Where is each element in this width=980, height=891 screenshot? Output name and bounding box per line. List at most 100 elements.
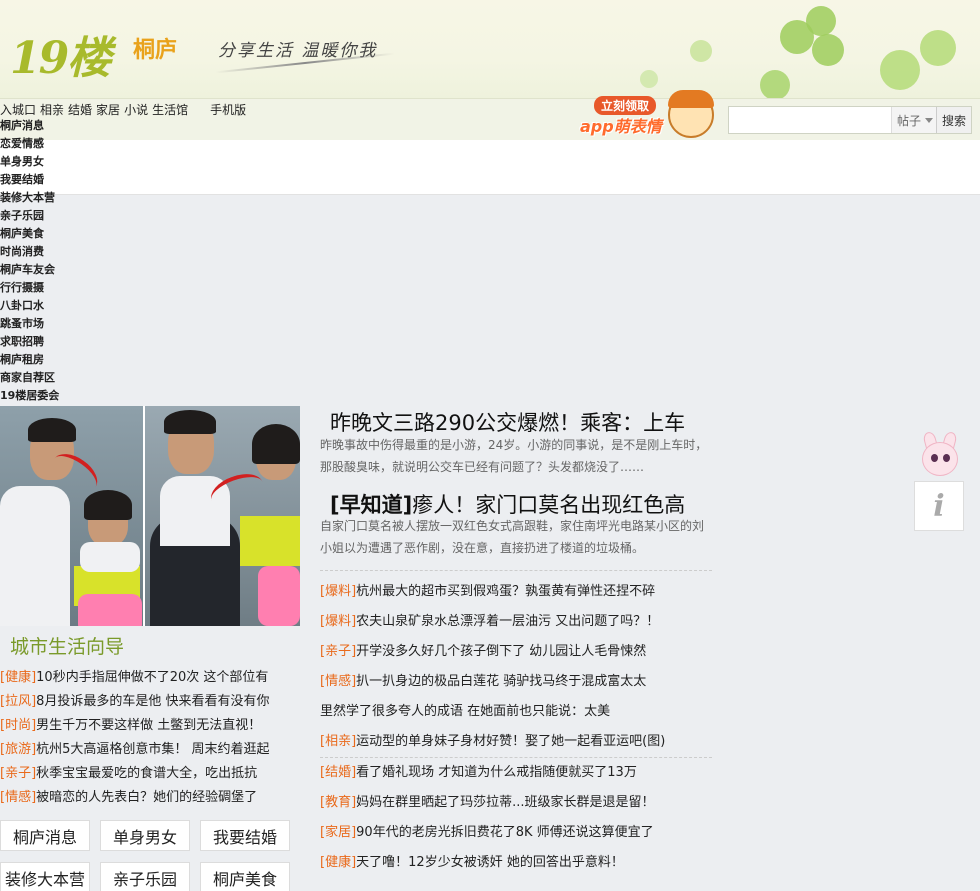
guide-item-text: 被暗恋的人先表白？她们的经验碉堡了 (36, 790, 258, 805)
news-list: [爆料]杭州最大的超市买到假鸡蛋？孰蛋黄有弹性还捏不碎 [爆料]农夫山泉矿泉水总… (320, 577, 712, 878)
category-item[interactable]: 我要结婚 (0, 171, 80, 189)
mascot-face-icon (668, 90, 714, 138)
category-list: 桐庐消息 恋爱情感 单身男女 我要结婚 装修大本营 亲子乐园 桐庐美食 时尚消费… (0, 117, 80, 405)
guide-item-tag: [时尚] (0, 718, 37, 733)
search-type-select[interactable]: 帖子 (891, 107, 936, 133)
nav-links: 入城口 相亲 结婚 家居 小说 生活馆 手机版 (0, 101, 246, 118)
headline-text: 昨晚文三路290公交爆燃！乘客：上车 (330, 411, 686, 435)
clover-leaf-decoration (806, 6, 836, 36)
nav-link-novel[interactable]: 小说 (124, 101, 148, 118)
news-item-text: 看了婚礼现场 才知道为什么戒指随便就买了13万 (356, 765, 637, 780)
photo-pink-suitcase (78, 594, 142, 626)
guide-item[interactable]: [健康]10秒内手指屈伸做不了20次 这个部位有 (0, 667, 300, 691)
guide-item-tag: [亲子] (0, 766, 37, 781)
photo-woman2-shirt (240, 516, 300, 566)
news-item-tag: [家居] (320, 825, 357, 840)
guide-item[interactable]: [拉风]8月投诉最多的车是他 快来看看有没有你 (0, 691, 300, 715)
news-item-text: 90年代的老房光拆旧费花了8K 师傅还说这算便宜了 (356, 825, 654, 840)
forum-button[interactable]: 装修大本营 (0, 862, 90, 891)
photo-man-hair (28, 418, 76, 442)
forum-button[interactable]: 桐庐美食 (200, 862, 290, 891)
news-item[interactable]: [教育]妈妈在群里晒起了玛莎拉蒂...班级家长群是退是留！ (320, 788, 712, 818)
site-header: 19楼 桐庐 分享生活 温暖你我 (0, 0, 980, 100)
search-button[interactable]: 搜索 (935, 107, 971, 133)
nav-link-entrance[interactable]: 入城口 (0, 101, 36, 118)
nav-link-wedding[interactable]: 结婚 (68, 101, 92, 118)
guide-item-tag: [旅游] (0, 742, 37, 757)
mascot-icon[interactable] (920, 430, 960, 478)
category-item[interactable]: 行行摄摄 (0, 279, 80, 297)
forum-button[interactable]: 亲子乐园 (100, 862, 190, 891)
nav-link-dating[interactable]: 相亲 (40, 101, 64, 118)
news-item[interactable]: [情感]扒一扒身边的极品白莲花 骑驴找马终于混成富太太 (320, 667, 712, 697)
news-item[interactable]: [健康]天了噜！12岁少女被诱奸 她的回答出乎意料！ (320, 848, 712, 878)
city-name: 桐庐 (133, 38, 178, 63)
news-item-text: 妈妈在群里晒起了玛莎拉蒂...班级家长群是退是留！ (356, 795, 655, 810)
photo-man2-hair (164, 410, 216, 434)
news-item[interactable]: [爆料]杭州最大的超市买到假鸡蛋？孰蛋黄有弹性还捏不碎 (320, 577, 712, 607)
headline-title[interactable]: 昨晚文三路290公交爆燃！乘客：上车 (330, 407, 710, 437)
search-input[interactable] (729, 107, 891, 133)
news-item-text: 运动型的单身妹子身材好赞！娶了她一起看亚运吧(图) (356, 734, 666, 749)
news-item[interactable]: 里然学了很多夸人的成语 在她面前也只能说：太美 (320, 697, 712, 727)
nav-link-lifestyle[interactable]: 生活馆 (152, 101, 188, 118)
category-item[interactable]: 桐庐车友会 (0, 261, 80, 279)
news-item[interactable]: [相亲]运动型的单身妹子身材好赞！娶了她一起看亚运吧(图) (320, 727, 712, 757)
news-item-tag: [爆料] (320, 614, 357, 629)
guide-item-tag: [情感] (0, 790, 37, 805)
news-item[interactable]: [家居]90年代的老房光拆旧费花了8K 师傅还说这算便宜了 (320, 818, 712, 848)
forum-button-grid: 桐庐消息 单身男女 我要结婚 装修大本营 亲子乐园 桐庐美食 (0, 820, 300, 891)
guide-item-text: 8月投诉最多的车是他 快来看看有没有你 (36, 694, 270, 709)
info-icon[interactable]: i (914, 481, 964, 531)
news-item-tag: [亲子] (320, 644, 357, 659)
category-item[interactable]: 商家自荐区 (0, 369, 80, 387)
mascot-eye (931, 454, 938, 462)
category-item[interactable]: 桐庐美食 (0, 225, 80, 243)
nav-link-mobile[interactable]: 手机版 (210, 101, 246, 118)
category-item[interactable]: 八卦口水 (0, 297, 80, 315)
feature-photo[interactable] (0, 406, 300, 626)
guide-item[interactable]: [情感]被暗恋的人先表白？她们的经验碉堡了 (0, 787, 300, 811)
news-item-tag: [相亲] (320, 734, 357, 749)
news-item-text: 开学没多久好几个孩子倒下了 幼儿园让人毛骨悚然 (356, 644, 647, 659)
site-logo[interactable]: 19楼 (10, 22, 111, 86)
forum-button[interactable]: 桐庐消息 (0, 820, 90, 851)
section-divider (320, 570, 712, 571)
category-item[interactable]: 19楼居委会 (0, 387, 80, 405)
news-item[interactable]: [亲子]开学没多久好几个孩子倒下了 幼儿园让人毛骨悚然 (320, 637, 712, 667)
category-item[interactable]: 亲子乐园 (0, 207, 80, 225)
clover-leaf-decoration (880, 50, 920, 90)
photo-divider (143, 406, 145, 626)
app-promo-banner[interactable]: 立刻领取 app萌表情 (580, 90, 720, 142)
category-item[interactable]: 恋爱情感 (0, 135, 80, 153)
category-item[interactable]: 桐庐租房 (0, 351, 80, 369)
category-item[interactable]: 跳蚤市场 (0, 315, 80, 333)
category-item[interactable]: 时尚消费 (0, 243, 80, 261)
news-item[interactable]: [爆料]农夫山泉矿泉水总漂浮着一层油污 又出问题了吗？！ (320, 607, 712, 637)
headline-summary: 自家门口莫名被人摆放一双红色女式高跟鞋，家住南坪光电路某小区的刘小姐以为遭遇了恶… (320, 519, 705, 555)
news-item-tag: [结婚] (320, 765, 357, 780)
guide-item[interactable]: [时尚]男生千万不要这样做 土鳖到无法直视！ (0, 715, 300, 739)
promo-text: app萌表情 (580, 117, 662, 136)
news-item-text: 扒一扒身边的极品白莲花 骑驴找马终于混成富太太 (356, 674, 647, 689)
category-item[interactable]: 求职招聘 (0, 333, 80, 351)
clover-leaf-decoration (760, 70, 790, 100)
guide-item[interactable]: [亲子]秋季宝宝最爱吃的食谱大全，吃出抵抗 (0, 763, 300, 787)
news-item-text: 农夫山泉矿泉水总漂浮着一层油污 又出问题了吗？！ (356, 614, 660, 629)
news-item[interactable]: [结婚]看了婚礼现场 才知道为什么戒指随便就买了13万 (320, 758, 712, 788)
city-guide-list: [健康]10秒内手指屈伸做不了20次 这个部位有 [拉风]8月投诉最多的车是他 … (0, 667, 300, 811)
category-item[interactable]: 桐庐消息 (0, 117, 80, 135)
guide-item-tag: [拉风] (0, 694, 37, 709)
clover-leaf-decoration (640, 70, 658, 88)
news-item-tag: [健康] (320, 855, 357, 870)
category-item[interactable]: 装修大本营 (0, 189, 80, 207)
photo-woman-hair (84, 490, 132, 520)
mascot-face (922, 442, 958, 476)
forum-button[interactable]: 单身男女 (100, 820, 190, 851)
photo-pink-suitcase-2 (258, 566, 300, 626)
category-item[interactable]: 单身男女 (0, 153, 80, 171)
guide-item[interactable]: [旅游]杭州5大高逼格创意市集！ 周末约着逛起 (0, 739, 300, 763)
news-item-tag: [教育] (320, 795, 357, 810)
nav-link-home[interactable]: 家居 (96, 101, 120, 118)
forum-button[interactable]: 我要结婚 (200, 820, 290, 851)
